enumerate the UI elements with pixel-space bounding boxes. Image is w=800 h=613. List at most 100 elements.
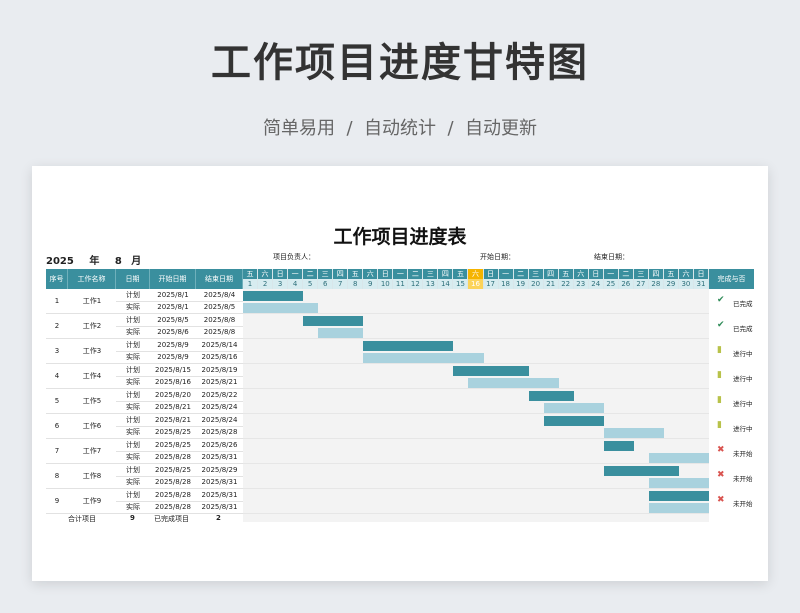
- task-name: 工作6: [68, 414, 116, 439]
- task-seq: 4: [46, 364, 68, 389]
- sheet-title: 工作项目进度表: [333, 226, 467, 248]
- cross-icon: ✖: [717, 495, 725, 505]
- row-divider: [243, 313, 709, 314]
- row-divider: [243, 513, 709, 514]
- plan-bar: [528, 390, 574, 401]
- actual-bar: [603, 428, 664, 438]
- actual-label: 实际: [116, 377, 150, 389]
- cross-icon: ✖: [717, 445, 725, 455]
- cross-icon: ✖: [717, 470, 725, 480]
- spreadsheet-preview: 工作项目进度表 2025 年 8 月 项目负责人： 开始日期： 结束日期： 序号…: [32, 166, 768, 581]
- actual-bar: [648, 503, 709, 513]
- actual-start-date: 2025/8/9: [150, 352, 196, 364]
- start-date-label: 开始日期：: [480, 253, 515, 261]
- task-name: 工作5: [68, 389, 116, 414]
- day-number-header: 26: [618, 279, 634, 289]
- month-unit: 月: [131, 256, 142, 267]
- task-name: 工作2: [68, 314, 116, 339]
- day-number-header: 17: [483, 279, 499, 289]
- actual-label: 实际: [116, 502, 150, 514]
- actual-end-date: 2025/8/31: [196, 502, 243, 514]
- plan-end-date: 2025/8/19: [196, 364, 243, 377]
- header-start: 开始日期: [150, 269, 196, 289]
- weekday-header: 三: [423, 269, 439, 279]
- task-name: 工作3: [68, 339, 116, 364]
- task-name: 工作1: [68, 289, 116, 314]
- weekday-header: 日: [588, 269, 604, 279]
- day-number-header: 2: [258, 279, 274, 289]
- task-name: 工作4: [68, 364, 116, 389]
- plan-start-date: 2025/8/21: [150, 414, 196, 427]
- weekday-header: 五: [663, 269, 679, 279]
- actual-end-date: 2025/8/21: [196, 377, 243, 389]
- progress-icon: ▮: [717, 345, 722, 355]
- task-seq: 7: [46, 439, 68, 464]
- actual-start-date: 2025/8/25: [150, 427, 196, 439]
- task-seq: 6: [46, 414, 68, 439]
- weekday-header: 日: [483, 269, 499, 279]
- day-number-header: 13: [423, 279, 439, 289]
- day-number-header: 16: [468, 279, 484, 289]
- task-seq: 2: [46, 314, 68, 339]
- plan-start-date: 2025/8/28: [150, 489, 196, 502]
- actual-start-date: 2025/8/28: [150, 502, 196, 514]
- day-number-header: 12: [408, 279, 424, 289]
- actual-bar: [318, 328, 364, 338]
- plan-end-date: 2025/8/8: [196, 314, 243, 327]
- task-seq: 5: [46, 389, 68, 414]
- status-text: 未开始: [733, 449, 753, 458]
- plan-bar: [303, 315, 364, 326]
- hero-subtitle: 简单易用 / 自动统计 / 自动更新: [263, 118, 537, 139]
- status-text: 进行中: [733, 424, 753, 433]
- progress-icon: ▮: [717, 370, 722, 380]
- actual-end-date: 2025/8/31: [196, 477, 243, 489]
- actual-end-date: 2025/8/28: [196, 427, 243, 439]
- weekday-header: 二: [513, 269, 529, 279]
- task-seq: 1: [46, 289, 68, 314]
- year-value: 2025: [46, 256, 74, 267]
- weekday-header: 五: [558, 269, 574, 279]
- weekday-header: 四: [543, 269, 559, 279]
- actual-bar: [648, 453, 709, 463]
- actual-bar: [243, 303, 319, 313]
- plan-end-date: 2025/8/26: [196, 439, 243, 452]
- actual-end-date: 2025/8/31: [196, 452, 243, 464]
- plan-end-date: 2025/8/22: [196, 389, 243, 402]
- day-number-header: 21: [543, 279, 559, 289]
- task-seq: 3: [46, 339, 68, 364]
- weekday-header: 一: [288, 269, 304, 279]
- day-number-header: 24: [588, 279, 604, 289]
- progress-icon: ▮: [717, 395, 722, 405]
- plan-bar: [543, 415, 604, 426]
- row-divider: [243, 338, 709, 339]
- weekday-header: 三: [528, 269, 544, 279]
- plan-bar: [243, 290, 304, 301]
- weekday-header: 六: [573, 269, 589, 279]
- day-number-header: 29: [663, 279, 679, 289]
- header-seq: 序号: [46, 269, 68, 289]
- plan-label: 计划: [116, 439, 150, 452]
- day-number-header: 30: [678, 279, 694, 289]
- weekday-header: 日: [378, 269, 394, 279]
- weekday-header: 五: [348, 269, 364, 279]
- plan-bar: [603, 440, 634, 451]
- task-name: 工作9: [68, 489, 116, 514]
- actual-end-date: 2025/8/8: [196, 327, 243, 339]
- plan-bar: [648, 490, 709, 501]
- row-divider: [243, 413, 709, 414]
- actual-bar: [468, 378, 559, 388]
- status-text: 进行中: [733, 349, 753, 358]
- end-date-label: 结束日期：: [594, 253, 629, 261]
- status-text: 进行中: [733, 374, 753, 383]
- weekday-header: 四: [438, 269, 454, 279]
- day-number-header: 22: [558, 279, 574, 289]
- day-number-header: 9: [363, 279, 379, 289]
- year-unit: 年: [89, 256, 100, 267]
- header-end: 结束日期: [196, 269, 243, 289]
- task-seq: 9: [46, 489, 68, 514]
- day-number-header: 20: [528, 279, 544, 289]
- plan-end-date: 2025/8/29: [196, 464, 243, 477]
- weekday-header: 二: [303, 269, 319, 279]
- actual-start-date: 2025/8/16: [150, 377, 196, 389]
- weekday-header: 一: [393, 269, 409, 279]
